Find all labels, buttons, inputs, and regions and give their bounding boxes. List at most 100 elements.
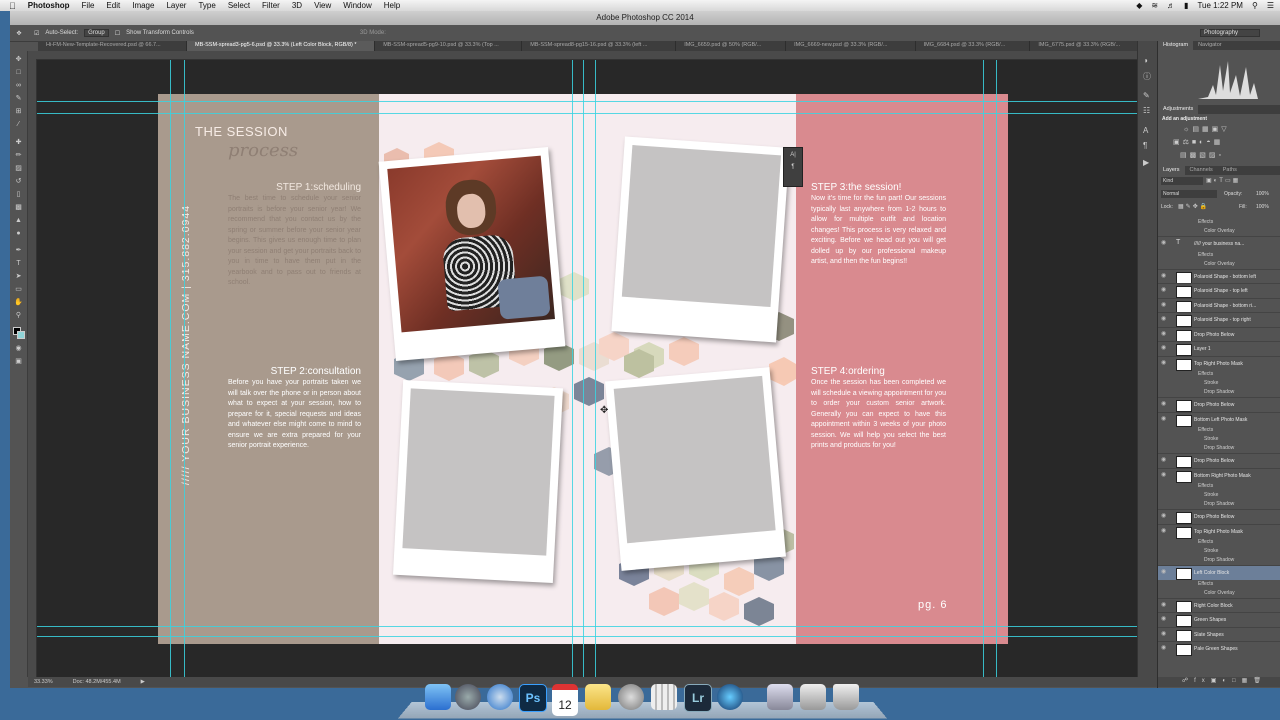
- layer-row[interactable]: ◉ Top Right Photo Mask: [1158, 523, 1280, 539]
- doc-tab-active[interactable]: MB-SSM-spread3-pg5-6.psd @ 33.3% (Left C…: [187, 41, 376, 51]
- visibility-eye-icon[interactable]: ◉: [1161, 631, 1167, 637]
- layer-effect-row[interactable]: Drop Shadow: [1158, 388, 1280, 397]
- menu-image[interactable]: Image: [126, 1, 160, 10]
- visibility-eye-icon[interactable]: ◉: [1161, 316, 1167, 322]
- info-panel-icon[interactable]: ⓘ: [1143, 71, 1151, 82]
- visibility-eye-icon[interactable]: ◉: [1161, 457, 1167, 463]
- volume-icon[interactable]: ♬: [1167, 1, 1175, 10]
- visibility-eye-icon[interactable]: ◉: [1161, 302, 1167, 308]
- layer-row[interactable]: ◉ Layer 1: [1158, 341, 1280, 356]
- tab-paths[interactable]: Paths: [1218, 166, 1242, 175]
- marquee-tool-icon[interactable]: □: [14, 69, 23, 76]
- safari-icon[interactable]: [487, 684, 513, 710]
- layer-row[interactable]: ◉ Top Right Photo Mask: [1158, 355, 1280, 371]
- adjustment-icons-row2[interactable]: ▣⚖■◐◓▦: [1173, 138, 1223, 146]
- guide-line[interactable]: [572, 60, 573, 677]
- layer-effect-row[interactable]: Drop Shadow: [1158, 556, 1280, 565]
- layer-effect-row[interactable]: Drop Shadow: [1158, 500, 1280, 509]
- layer-row[interactable]: ◉ Drop Photo Below: [1158, 509, 1280, 524]
- clone-source-icon[interactable]: ☷: [1143, 106, 1150, 115]
- layer-row[interactable]: ◉ T ///// your business na...: [1158, 236, 1280, 251]
- layer-effect-row[interactable]: Stroke: [1158, 435, 1280, 444]
- tab-adjustments[interactable]: Adjustments: [1158, 105, 1199, 114]
- layer-effect-row[interactable]: Effects: [1158, 370, 1280, 379]
- auto-select-dropdown[interactable]: Group: [84, 29, 109, 37]
- system-preferences-icon[interactable]: [618, 684, 644, 710]
- layer-row[interactable]: ◉ Polaroid Shape - top right: [1158, 312, 1280, 327]
- polaroid-top-right[interactable]: [611, 136, 790, 343]
- path-select-tool-icon[interactable]: ➤: [14, 273, 23, 280]
- layer-thumbnail[interactable]: [1176, 358, 1192, 371]
- photoshop-dock-icon[interactable]: Ps: [519, 684, 547, 712]
- visibility-eye-icon[interactable]: ◉: [1161, 273, 1167, 279]
- character-panel-icon[interactable]: A|: [784, 152, 802, 158]
- layer-effect-row[interactable]: Effects: [1158, 251, 1280, 260]
- status-arrow-icon[interactable]: ▶: [141, 679, 145, 685]
- visibility-eye-icon[interactable]: ◉: [1161, 645, 1167, 651]
- show-transform-checkbox[interactable]: ☐: [115, 30, 120, 37]
- tab-channels[interactable]: Channels: [1185, 166, 1218, 175]
- shape-tool-icon[interactable]: ▭: [14, 286, 23, 293]
- color-swatches-icon[interactable]: [13, 327, 25, 339]
- workspace-switcher[interactable]: Photography: [1200, 29, 1260, 37]
- guide-line[interactable]: [37, 101, 1155, 102]
- dodge-tool-icon[interactable]: ●: [14, 230, 23, 237]
- apple-icon[interactable]: : [0, 1, 22, 11]
- polaroid-top-left[interactable]: [378, 146, 566, 362]
- layer-thumbnail[interactable]: [1176, 526, 1192, 539]
- wifi-icon[interactable]: ≋: [1151, 1, 1158, 10]
- layers-footer-icons[interactable]: ☍fx▣◐□▦🗑: [1158, 677, 1280, 687]
- notes-icon[interactable]: [585, 684, 611, 710]
- type-tool-icon[interactable]: T: [14, 260, 23, 267]
- layer-effect-row[interactable]: Drop Shadow: [1158, 444, 1280, 453]
- visibility-eye-icon[interactable]: ◉: [1161, 513, 1167, 519]
- eyedropper-tool-icon[interactable]: ⁄: [14, 121, 23, 128]
- guide-line[interactable]: [37, 636, 1155, 637]
- layer-thumbnail[interactable]: [1176, 470, 1192, 483]
- layer-thumbnail[interactable]: [1176, 568, 1192, 580]
- menu-type[interactable]: Type: [192, 1, 221, 10]
- menu-filter[interactable]: Filter: [256, 1, 286, 10]
- layer-effect-row[interactable]: Effects: [1158, 218, 1280, 227]
- guide-line[interactable]: [595, 60, 596, 677]
- menu-file[interactable]: File: [76, 1, 101, 10]
- trash-icon[interactable]: [833, 684, 859, 710]
- adjustment-icons-row3[interactable]: ▤▩▧▨▫: [1180, 151, 1224, 159]
- documents-stack-icon[interactable]: [800, 684, 826, 710]
- brush-panel-icon[interactable]: ✎: [1143, 91, 1150, 100]
- layer-effect-row[interactable]: Effects: [1158, 482, 1280, 491]
- adjustment-icons-row1[interactable]: ☼▤▦▣▽: [1183, 125, 1230, 133]
- blur-tool-icon[interactable]: ▲: [14, 217, 23, 224]
- menu-select[interactable]: Select: [222, 1, 256, 10]
- layer-thumbnail[interactable]: [1176, 414, 1192, 427]
- dropbox-icon[interactable]: ◆: [1136, 1, 1142, 10]
- lasso-tool-icon[interactable]: ∞: [14, 82, 23, 89]
- layer-row[interactable]: ◉ Polaroid Shape - bottom left: [1158, 268, 1280, 284]
- crop-tool-icon[interactable]: ⊞: [14, 108, 23, 115]
- layer-row[interactable]: ◉ Polaroid Shape - top left: [1158, 283, 1280, 298]
- menu-edit[interactable]: Edit: [100, 1, 126, 10]
- zoom-level[interactable]: 33.33%: [34, 679, 53, 685]
- menu-view[interactable]: View: [308, 1, 337, 10]
- layer-effect-row[interactable]: Color Overlay: [1158, 589, 1280, 598]
- spotlight-icon[interactable]: ⚲: [1252, 1, 1258, 10]
- visibility-eye-icon[interactable]: ◉: [1161, 528, 1167, 534]
- visibility-eye-icon[interactable]: ◉: [1161, 416, 1167, 422]
- layer-thumbnail[interactable]: [1176, 315, 1192, 327]
- brush-tool-icon[interactable]: ✏: [14, 152, 23, 159]
- visibility-eye-icon[interactable]: ◉: [1161, 331, 1167, 337]
- history-brush-icon[interactable]: ↺: [14, 178, 23, 185]
- blend-mode-dropdown[interactable]: Normal: [1161, 190, 1217, 198]
- menubar-clock[interactable]: Tue 1:22 PM: [1197, 1, 1243, 10]
- layer-thumbnail[interactable]: [1176, 644, 1192, 656]
- layer-thumbnail[interactable]: [1176, 629, 1192, 642]
- gradient-tool-icon[interactable]: ▩: [14, 204, 23, 211]
- downloads-stack-icon[interactable]: [767, 684, 793, 710]
- visibility-eye-icon[interactable]: ◉: [1161, 472, 1167, 478]
- layer-effect-row[interactable]: Color Overlay: [1158, 260, 1280, 269]
- lock-icons[interactable]: ▦✎✥🔒: [1178, 203, 1209, 210]
- guide-line[interactable]: [583, 60, 584, 677]
- fill-value[interactable]: 100%: [1256, 204, 1269, 210]
- menu-app-name[interactable]: Photoshop: [22, 1, 76, 10]
- doc-tab[interactable]: IMG_6684.psd @ 33.3% (RGB/...: [916, 41, 1031, 51]
